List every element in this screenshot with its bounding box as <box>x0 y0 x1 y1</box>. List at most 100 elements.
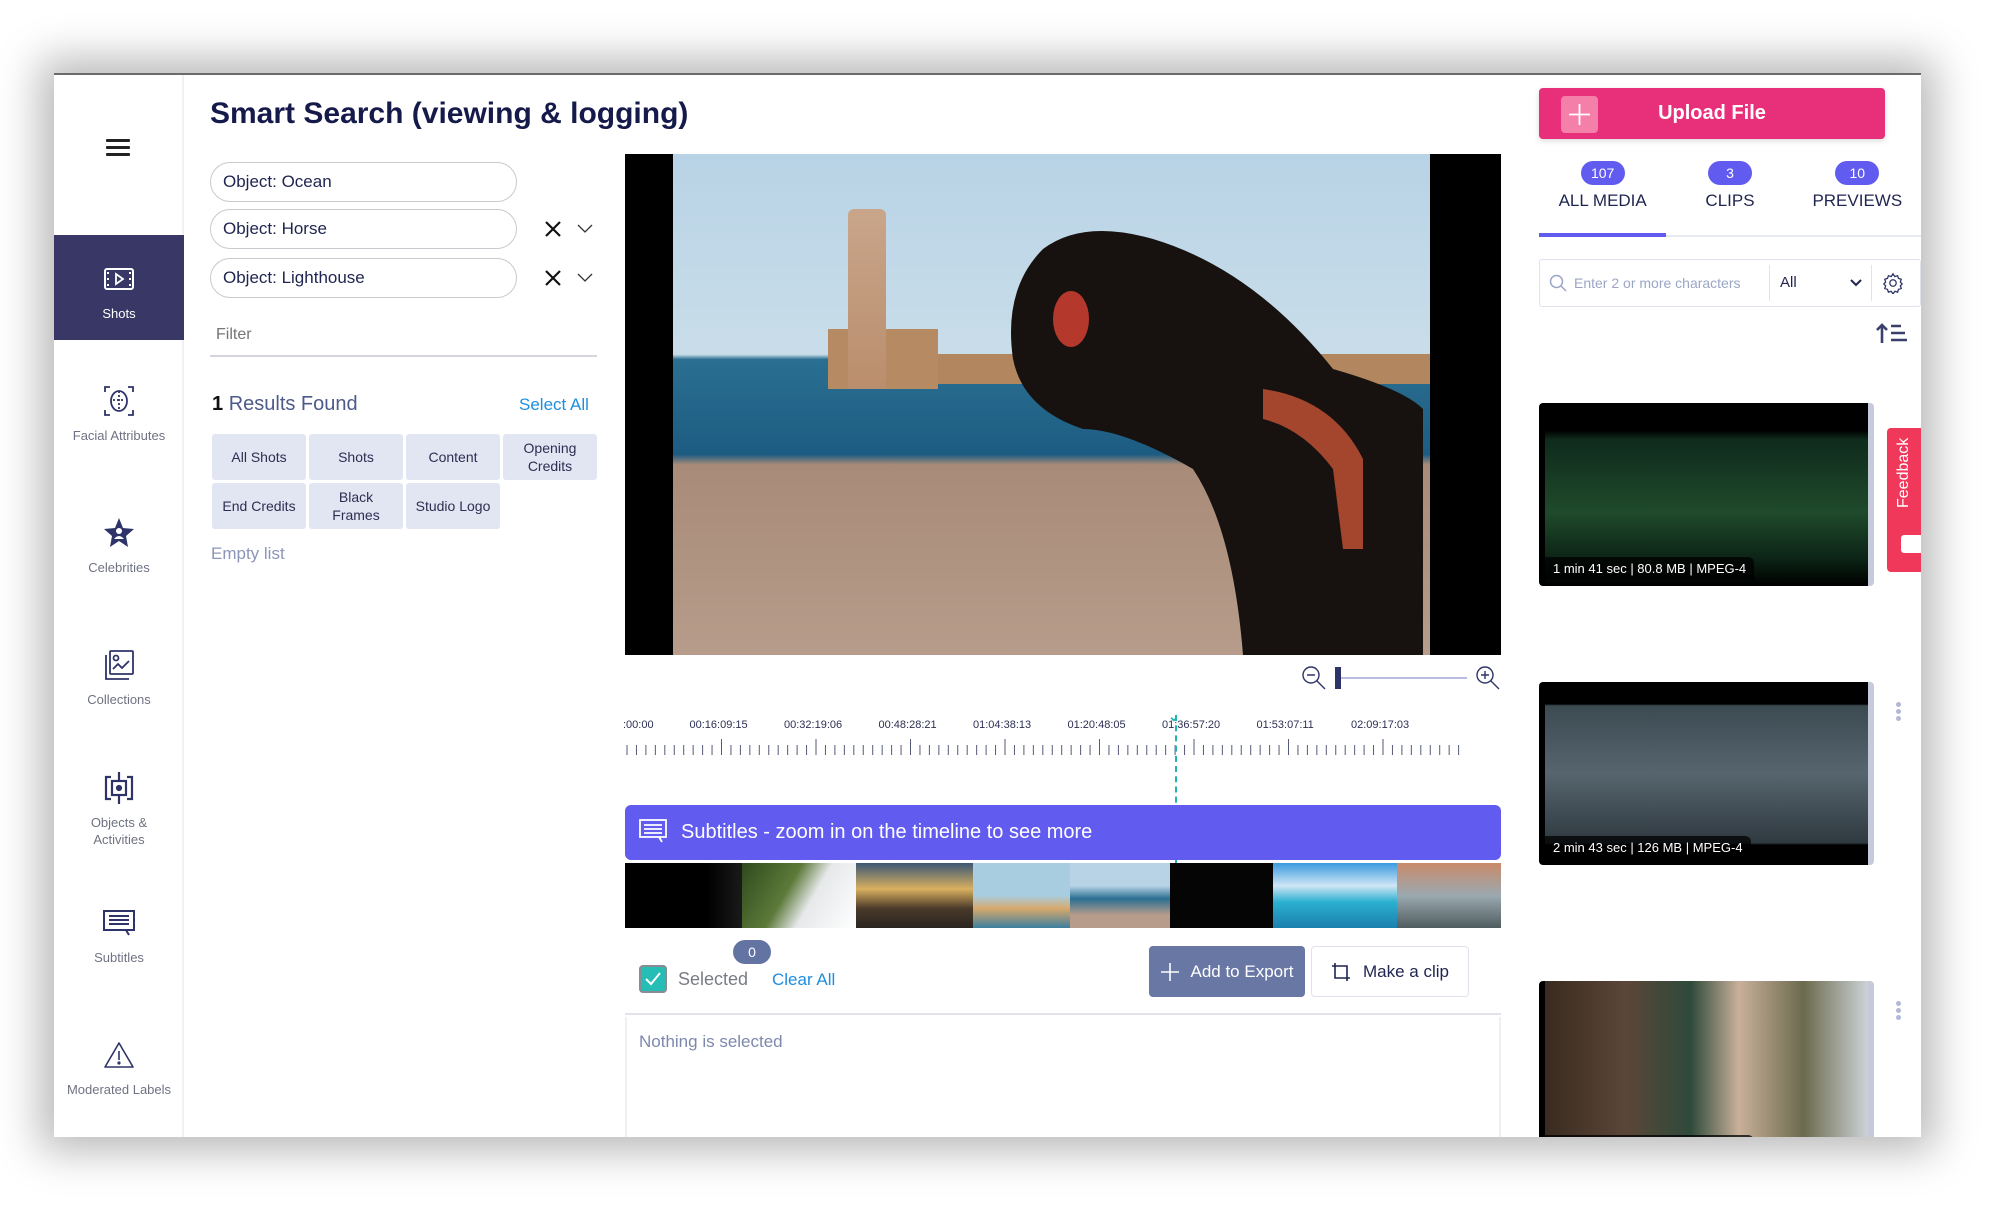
empty-list-text: Empty list <box>211 544 285 563</box>
lighthouse <box>848 209 886 389</box>
timeline-time-label: 01:20:48:05 <box>1067 719 1126 731</box>
object-target-icon <box>104 772 134 804</box>
select-all-link[interactable]: Select All <box>519 395 589 415</box>
filmstrip-thumb[interactable] <box>856 863 973 928</box>
tag-shots[interactable]: Shots <box>309 434 403 480</box>
make-clip-button[interactable]: Make a clip <box>1311 946 1469 997</box>
remove-chip-icon[interactable] <box>543 219 563 239</box>
checkmark-icon <box>645 972 661 986</box>
tag-all-shots[interactable]: All Shots <box>212 434 306 480</box>
add-to-export-button[interactable]: Add to Export <box>1149 946 1305 997</box>
filmstrip-thumb[interactable] <box>1397 863 1501 928</box>
tag-opening-credits[interactable]: Opening Credits <box>503 434 597 480</box>
zoom-in-icon[interactable] <box>1475 665 1501 691</box>
sidebar-item-label: Collections <box>87 692 151 707</box>
filmstrip-thumb[interactable] <box>1070 863 1170 928</box>
media-meta: 2 min 43 sec | 126 MB | MPEG-4 <box>1545 836 1751 859</box>
sidebar-item-collections[interactable]: Collections <box>54 647 184 708</box>
sidebar-item-moderated-labels[interactable]: Moderated Labels <box>54 1037 184 1098</box>
filmstrip-thumb[interactable] <box>742 863 856 928</box>
timeline-time-label: 01:53:07:11 <box>1256 719 1314 731</box>
sidebar-item-subtitles[interactable]: Subtitles <box>54 905 184 966</box>
media-search-input[interactable] <box>1574 268 1764 298</box>
search-chip[interactable]: Object: Lighthouse <box>210 258 517 298</box>
zoom-slider-track[interactable] <box>1335 677 1467 679</box>
sidebar-item-label: Objects & Activities <box>90 815 148 847</box>
filmstrip-thumb[interactable] <box>973 863 1070 928</box>
filter-input[interactable] <box>210 315 597 357</box>
timeline-time-label: :00:00 <box>623 719 654 731</box>
tab-count-badge: 107 <box>1580 161 1625 185</box>
gear-icon[interactable] <box>1882 272 1904 294</box>
tab-previews[interactable]: 10 PREVIEWS <box>1794 155 1921 235</box>
speech-bubble-icon <box>103 910 135 936</box>
filmstrip-thumb[interactable] <box>1273 863 1397 928</box>
results-label: Results Found <box>228 393 358 415</box>
add-to-export-label: Add to Export <box>1190 961 1294 981</box>
filmstrip-thumb[interactable] <box>625 863 742 928</box>
tab-label: CLIPS <box>1705 191 1755 210</box>
tab-clips[interactable]: 3 CLIPS <box>1666 155 1793 235</box>
upload-file-button[interactable]: Upload File <box>1539 88 1885 139</box>
zoom-slider-thumb[interactable] <box>1335 667 1341 689</box>
media-type-select[interactable]: All <box>1769 265 1872 301</box>
page-title: Smart Search (viewing & logging) <box>210 97 689 130</box>
tab-all-media[interactable]: 107 ALL MEDIA <box>1539 155 1667 237</box>
video-frame <box>673 154 1430 655</box>
chevron-down-icon <box>1850 279 1862 287</box>
tag-studio-logo[interactable]: Studio Logo <box>406 483 500 529</box>
thumbnail-filmstrip[interactable] <box>625 863 1501 928</box>
sidebar: Shots Facial Attributes Celebrities Coll… <box>54 75 184 1137</box>
media-card[interactable]: 2 min 43 sec | 126 MB | MPEG-4 <box>1539 682 1874 865</box>
warning-icon <box>104 1042 134 1068</box>
feedback-tab[interactable]: Feedback <box>1887 428 1921 572</box>
subtitles-track[interactable]: Subtitles - zoom in on the timeline to s… <box>625 805 1501 860</box>
crop-icon <box>1332 962 1350 981</box>
feedback-label: Feedback <box>1895 437 1912 508</box>
select-checkbox[interactable] <box>639 965 667 993</box>
filmstrip-thumb[interactable] <box>1170 863 1273 928</box>
tag-content[interactable]: Content <box>406 434 500 480</box>
video-player[interactable] <box>625 154 1501 655</box>
film-icon <box>104 268 134 290</box>
shot-type-filters: All Shots Shots Content Opening Credits … <box>212 434 602 529</box>
hamburger-menu-icon[interactable] <box>106 139 130 157</box>
playhead-marker-icon[interactable]: ⌄ <box>1168 708 1180 725</box>
timeline-time-label: 00:32:19:06 <box>784 719 843 731</box>
subtitles-icon <box>639 819 667 843</box>
tab-count-badge: 3 <box>1707 161 1752 185</box>
selected-count-badge: 0 <box>733 940 771 964</box>
results-number: 1 <box>212 393 224 415</box>
timeline-ruler[interactable]: :00:00 00:16:09:15 00:32:19:06 00:48:28:21 0… <box>623 705 1501 785</box>
plus-icon <box>1161 962 1180 981</box>
clear-all-link[interactable]: Clear All <box>772 970 835 990</box>
sidebar-item-celebrities[interactable]: Celebrities <box>54 515 184 576</box>
sidebar-item-label: Subtitles <box>94 950 144 965</box>
timeline-time-label: 00:48:28:21 <box>878 719 937 731</box>
sidebar-item-label: Moderated Labels <box>66 1082 172 1097</box>
remove-chip-icon[interactable] <box>543 268 563 288</box>
media-card[interactable]: 1 min 41 sec | 80.8 MB | MPEG-4 <box>1539 403 1874 586</box>
selection-bar: 0 Selected Clear All Add to Export Make … <box>625 935 1501 1015</box>
image-stack-icon <box>105 650 134 680</box>
media-thumbnail <box>1545 981 1868 1137</box>
media-tabs: 107 ALL MEDIA 3 CLIPS 10 PREVIEWS <box>1539 155 1921 237</box>
more-options-icon[interactable] <box>1893 702 1903 724</box>
star-person-icon <box>104 518 134 547</box>
more-options-icon[interactable] <box>1893 1001 1903 1023</box>
zoom-out-icon[interactable] <box>1301 665 1327 691</box>
tag-black-frames[interactable]: Black Frames <box>309 483 403 529</box>
sidebar-item-shots[interactable]: Shots <box>54 235 184 340</box>
chevron-down-icon[interactable] <box>575 219 595 239</box>
sidebar-item-objects-activities[interactable]: Objects & Activities <box>54 770 184 848</box>
search-chip[interactable]: Object: Ocean <box>210 162 517 202</box>
search-chip[interactable]: Object: Horse <box>210 209 517 249</box>
divider <box>1499 1017 1501 1137</box>
sidebar-item-label: Facial Attributes <box>72 428 166 443</box>
sidebar-item-facial-attributes[interactable]: Facial Attributes <box>54 383 184 444</box>
plus-icon <box>1561 96 1598 133</box>
tag-end-credits[interactable]: End Credits <box>212 483 306 529</box>
media-card[interactable]: 1 min 31 sec | 35.5 MB | MPEG-4 <box>1539 981 1874 1137</box>
chevron-down-icon[interactable] <box>575 268 595 288</box>
sort-ascending-icon[interactable] <box>1874 321 1908 345</box>
